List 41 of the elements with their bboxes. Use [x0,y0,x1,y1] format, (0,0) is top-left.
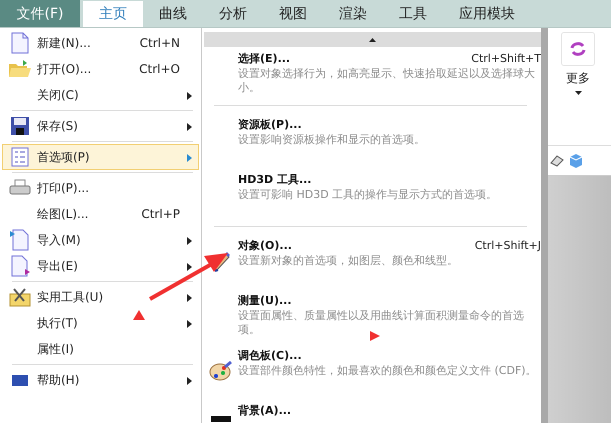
menu-item[interactable]: 保存(S) [2,113,199,139]
ribbon-tab[interactable]: 渲染 [323,1,383,27]
menu-item[interactable]: 实用工具(U) [2,284,199,310]
menu-item[interactable]: 绘图(L)... Ctrl+P [2,201,199,227]
printer-icon [9,179,31,197]
toolbox-icon [9,287,31,307]
menu-item[interactable]: 打开(O)... Ctrl+O [2,56,199,82]
ribbon-tab[interactable]: 分析 [203,1,263,27]
submenu-item[interactable]: 调色板(C)... 设置部件颜色特性，如最喜欢的颜色和颜色定义文件 (CDF)。 [204,344,541,399]
menu-item[interactable]: 帮助(H) [2,367,199,393]
menu-item[interactable]: 首选项(P) [2,144,199,170]
ribbon-tab[interactable]: 主页 [83,1,143,27]
up-arrow-icon [369,38,376,42]
ribbon-tab[interactable]: 工具 [383,1,443,27]
ribbon-tab[interactable]: 视图 [263,1,323,27]
menu-item[interactable]: 导入(M) [2,227,199,253]
palette-icon [209,361,233,381]
ribbon-tab[interactable]: 应用模块 [443,1,531,27]
menu-item[interactable]: 关闭(C) [2,82,199,108]
annotation-marker [370,331,380,341]
fill-swatch-icon [211,416,231,422]
menu-item[interactable]: 执行(T) [2,310,199,336]
menu-item[interactable]: 新建(N)... Ctrl+N [2,30,199,56]
annotation-marker [133,310,145,320]
menu-item[interactable]: 属性(I) [2,336,199,362]
document-export-icon [10,255,30,277]
document-import-icon [10,229,30,251]
document-icon [11,32,29,54]
menu-item[interactable]: 打印(P)... [2,175,199,201]
submenu-item[interactable]: 选择(E)... Ctrl+Shift+T 设置对象选择行为，如高亮显示、快速拾取延迟以及选择球大小。 [204,47,541,102]
refresh-icon [569,41,587,57]
submenu-item[interactable]: HD3D 工具... 设置可影响 HD3D 工具的操作与显示方式的首选项。 [204,168,541,223]
submenu-item[interactable]: 背景(A)... [204,399,541,423]
file-tab[interactable]: 文件(F) [0,0,80,27]
folder-icon [8,59,32,79]
submenu-item[interactable]: 资源板(P)... 设置影响资源板操作和显示的首选项。 [204,113,541,168]
list-icon [11,147,29,167]
ribbon-tab[interactable]: 曲线 [143,1,203,27]
submenu-item[interactable]: 测量(U)... 设置面属性、质量属性以及用曲线计算面积测量命令的首选项。 [204,289,541,344]
dropdown-arrow-icon [574,91,582,95]
menu-item[interactable]: 导出(E) [2,253,199,279]
